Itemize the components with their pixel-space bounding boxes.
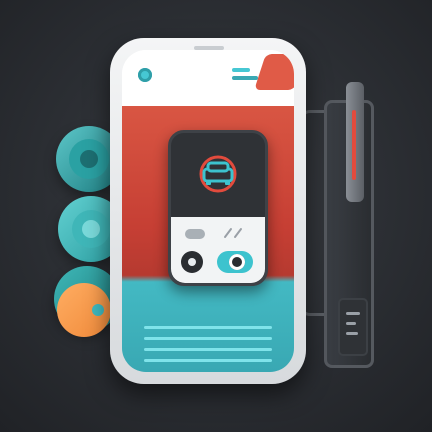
status-dot-icon[interactable] [138,68,152,82]
rail-indicator [352,110,356,180]
phone-device [110,38,306,384]
disc-center [82,220,100,238]
content-line [144,348,272,351]
disc-center [92,304,104,316]
content-line [144,359,272,362]
menu-line[interactable] [232,76,258,80]
disc-center [80,150,98,168]
control-card [168,130,268,286]
car-icon [199,155,237,193]
rail-slot [338,298,368,356]
content-line [144,337,272,340]
button-dot [188,258,196,266]
slash-icon [224,228,242,238]
slot-line [346,332,358,335]
phone-screen [122,50,294,372]
slot-line [346,312,360,315]
content-line [144,326,272,329]
card-controls [171,217,265,283]
slot-line [346,322,356,325]
menu-line[interactable] [232,68,250,72]
pill-indicator [185,229,205,239]
toggle-knob[interactable] [229,254,245,270]
